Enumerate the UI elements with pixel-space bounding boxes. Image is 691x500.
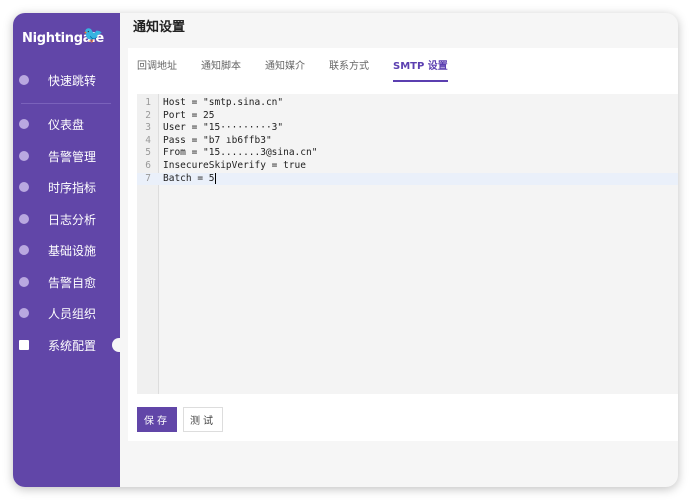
server-icon: [19, 245, 29, 255]
search-icon: [19, 75, 29, 85]
terminal-icon: [19, 277, 29, 287]
text-cursor: [215, 172, 217, 184]
grid-icon: [19, 340, 29, 350]
sidebar-item-dashboard[interactable]: 仪表盘: [13, 109, 120, 139]
log-icon: [19, 214, 29, 224]
tab-callback[interactable]: 回调地址: [137, 57, 177, 82]
nav-label: 告警管理: [48, 149, 97, 164]
nav-label: 告警自愈: [48, 275, 97, 290]
app-window: Nightingale 🐦 快速跳转 仪表盘 告警管理 时序指标 日志分析 基础…: [13, 13, 678, 487]
code-line: 2 Port = 25: [145, 109, 215, 121]
save-button[interactable]: 保存: [137, 407, 177, 432]
settings-card: 回调地址 通知脚本 通知媒介 联系方式 SMTP 设置 1 Host = "smt…: [128, 48, 678, 441]
sidebar-item-self-heal[interactable]: 告警自愈: [13, 267, 120, 297]
dashboard-icon: [19, 119, 29, 129]
code-line: 1 Host = "smtp.sina.cn": [145, 97, 284, 108]
nav-label: 日志分析: [48, 212, 97, 227]
user-icon: [19, 308, 29, 318]
chart-icon: [19, 182, 29, 192]
tab-contact[interactable]: 联系方式: [329, 57, 369, 82]
code-line: 3 User = "15·········3": [145, 122, 284, 134]
sidebar-item-alarm[interactable]: 告警管理: [13, 141, 120, 171]
sidebar-item-metrics[interactable]: 时序指标: [13, 172, 120, 202]
sidebar-item-logs[interactable]: 日志分析: [13, 204, 120, 234]
nav-label: 人员组织: [48, 306, 97, 321]
tab-bar: 回调地址 通知脚本 通知媒介 联系方式 SMTP 设置: [137, 57, 472, 82]
page-title: 通知设置: [133, 20, 186, 35]
sidebar-item-users[interactable]: 人员组织: [13, 298, 120, 328]
tab-media[interactable]: 通知媒介: [265, 57, 305, 82]
tab-script[interactable]: 通知脚本: [201, 57, 241, 82]
divider: [21, 103, 111, 104]
nav-label: 系统配置: [48, 338, 97, 353]
code-line: 6 InsecureSkipVerify = true: [145, 160, 306, 171]
nav-label: 基础设施: [48, 243, 97, 258]
nav-label: 快速跳转: [48, 73, 97, 88]
code-line-current: 7 Batch = 5: [137, 172, 678, 186]
code-line: 4 Pass = "b7 ıb6ffb3": [145, 134, 272, 146]
alarm-icon: [19, 151, 29, 161]
tab-smtp[interactable]: SMTP 设置: [393, 57, 448, 82]
code-editor[interactable]: 1 Host = "smtp.sina.cn" 2 Port = 25 3 User …: [137, 94, 678, 394]
sidebar-item-system-config[interactable]: 系统配置: [13, 330, 122, 360]
sidebar-item-quick-jump[interactable]: 快速跳转: [13, 65, 120, 95]
test-button[interactable]: 测试: [183, 407, 223, 432]
sidebar-item-infra[interactable]: 基础设施: [13, 235, 120, 265]
sidebar: Nightingale 🐦 快速跳转 仪表盘 告警管理 时序指标 日志分析 基础…: [13, 13, 122, 487]
logo-bird-icon: 🐦: [83, 25, 103, 44]
code-line: 5 From = "15.......3@sina.cn": [145, 147, 318, 159]
nav-label: 时序指标: [48, 180, 97, 195]
nav-label: 仪表盘: [48, 117, 85, 132]
